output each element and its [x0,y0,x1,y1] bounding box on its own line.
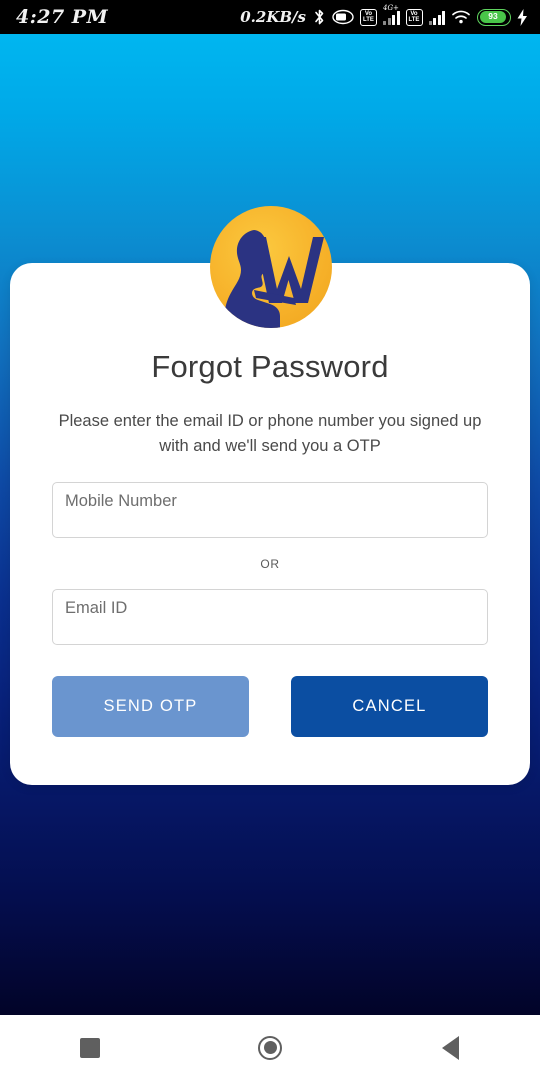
back-triangle-icon [441,1035,459,1060]
battery-indicator: 93 [477,8,511,26]
email-id-placeholder: Email ID [65,599,128,617]
cancel-button[interactable]: CANCEL [291,676,488,737]
mobile-number-input[interactable]: Mobile Number [52,482,488,538]
signal-bars-sim1: 4G+ [383,4,400,25]
recents-square-icon [80,1037,100,1058]
home-button[interactable] [230,1023,310,1073]
battery-percent-label: 93 [479,11,507,23]
mobile-number-placeholder: Mobile Number [65,492,177,510]
back-button[interactable] [410,1023,490,1073]
or-separator: OR [260,557,280,571]
charging-bolt-icon [517,8,527,26]
app-logo-artwork [225,230,324,328]
status-bar-icons: 0.2KB/s Vo LTE 4G+ Vo LTE 93 [240,4,528,26]
network-type-label: 4G+ [383,4,399,12]
volte-label-bottom: LTE [363,17,374,23]
signal-bars-sim2 [428,9,445,25]
alarm-icon [332,9,354,25]
android-navigation-bar [0,1015,540,1080]
recents-button[interactable] [50,1023,130,1073]
network-speed-label: 0.2KB/s [240,8,306,26]
volte-badge-sim2: Vo LTE [405,8,423,26]
status-bar: 4:27 PM 0.2KB/s Vo LTE 4G+ Vo LTE 93 [0,0,540,34]
volte2-label-bottom: LTE [408,17,420,23]
page-title: Forgot Password [151,349,389,384]
card-button-row: SEND OTP CANCEL [52,676,488,737]
send-otp-button[interactable]: SEND OTP [52,676,249,737]
page-subtitle: Please enter the email ID or phone numbe… [58,412,482,455]
volte-badge-sim1: Vo LTE [360,8,377,26]
status-bar-clock: 4:27 PM [16,6,109,28]
home-circle-icon [258,1035,282,1060]
wifi-icon [452,10,470,24]
email-id-input[interactable]: Email ID [52,589,488,645]
app-logo [210,206,332,328]
bluetooth-icon [315,9,324,25]
forgot-password-card: Forgot Password Please enter the email I… [10,263,530,785]
phone-screen: 4:27 PM 0.2KB/s Vo LTE 4G+ Vo LTE 93 For… [0,0,540,1080]
